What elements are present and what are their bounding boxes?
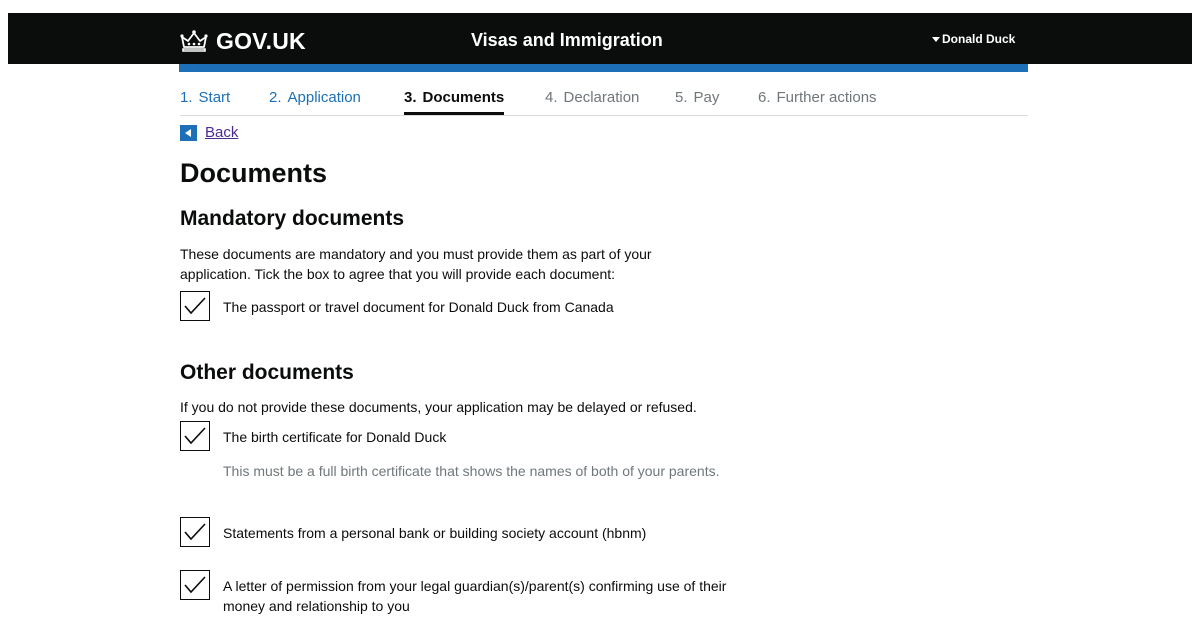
other-intro: If you do not provide these documents, y… [180, 399, 697, 415]
header-accent-bar [179, 64, 1028, 72]
step-label: Further actions [776, 89, 877, 106]
back-link[interactable]: Back [180, 124, 238, 141]
checkbox-letter-of-permission[interactable]: A letter of permission from your legal g… [180, 570, 738, 616]
birth-certificate-hint: This must be a full birth certificate th… [223, 463, 720, 479]
checkbox-birth-certificate[interactable]: The birth certificate for Donald Duck [180, 421, 743, 451]
logo-text: GOV.UK [216, 27, 306, 54]
checkbox[interactable] [180, 291, 210, 321]
step-number: 4. [545, 89, 558, 106]
step-number: 3. [404, 89, 417, 106]
back-link-label[interactable]: Back [205, 124, 238, 141]
back-arrow-icon [180, 124, 197, 141]
step-number: 5. [675, 89, 688, 106]
step-label: Start [198, 89, 231, 106]
checkbox-passport[interactable]: The passport or travel document for Dona… [180, 291, 743, 321]
checkbox[interactable] [180, 517, 210, 547]
checkbox-label[interactable]: Statements from a personal bank or build… [223, 523, 743, 547]
checkmark-icon [184, 427, 206, 445]
step-start[interactable]: 1. Start [180, 89, 230, 114]
govuk-logo[interactable]: GOV.UK [179, 27, 306, 55]
step-further-actions: 6. Further actions [758, 89, 877, 114]
crown-icon [180, 30, 208, 52]
step-label: Declaration [563, 89, 640, 106]
caret-down-icon [932, 36, 940, 42]
checkbox-bank-statements[interactable]: Statements from a personal bank or build… [180, 517, 743, 547]
checkbox[interactable] [180, 421, 210, 451]
user-name: Donald Duck [942, 32, 1016, 46]
user-menu[interactable]: Donald Duck [932, 32, 1015, 46]
step-label: Pay [693, 89, 720, 106]
step-number: 2. [269, 89, 282, 106]
checkbox[interactable] [180, 570, 210, 600]
mandatory-intro-line: application. Tick the box to agree that … [180, 266, 616, 282]
checkbox-label[interactable]: The passport or travel document for Dona… [223, 297, 743, 321]
step-navigation: 1. Start 2. Application 3. Documents 4. Decl… [180, 86, 1028, 116]
step-documents: 3. Documents [404, 89, 505, 115]
mandatory-intro: These documents are mandatory and you mu… [180, 244, 652, 284]
step-declaration: 4. Declaration [545, 89, 639, 114]
checkbox-label[interactable]: A letter of permission from your legal g… [223, 576, 738, 616]
checkbox-label[interactable]: The birth certificate for Donald Duck [223, 427, 743, 451]
mandatory-documents-heading: Mandatory documents [180, 207, 405, 230]
step-pay: 5. Pay [675, 89, 719, 114]
checkmark-icon [184, 297, 206, 315]
checkmark-icon [184, 576, 206, 594]
step-number: 1. [180, 89, 193, 106]
step-label: Documents [422, 89, 505, 106]
service-name[interactable]: Visas and Immigration [471, 30, 663, 51]
other-documents-heading: Other documents [180, 361, 354, 384]
step-label: Application [287, 89, 361, 106]
checkmark-icon [184, 523, 206, 541]
mandatory-intro-line: These documents are mandatory and you mu… [180, 246, 652, 262]
step-number: 6. [758, 89, 771, 106]
page-title: Documents [180, 158, 328, 188]
step-application[interactable]: 2. Application [269, 89, 361, 114]
